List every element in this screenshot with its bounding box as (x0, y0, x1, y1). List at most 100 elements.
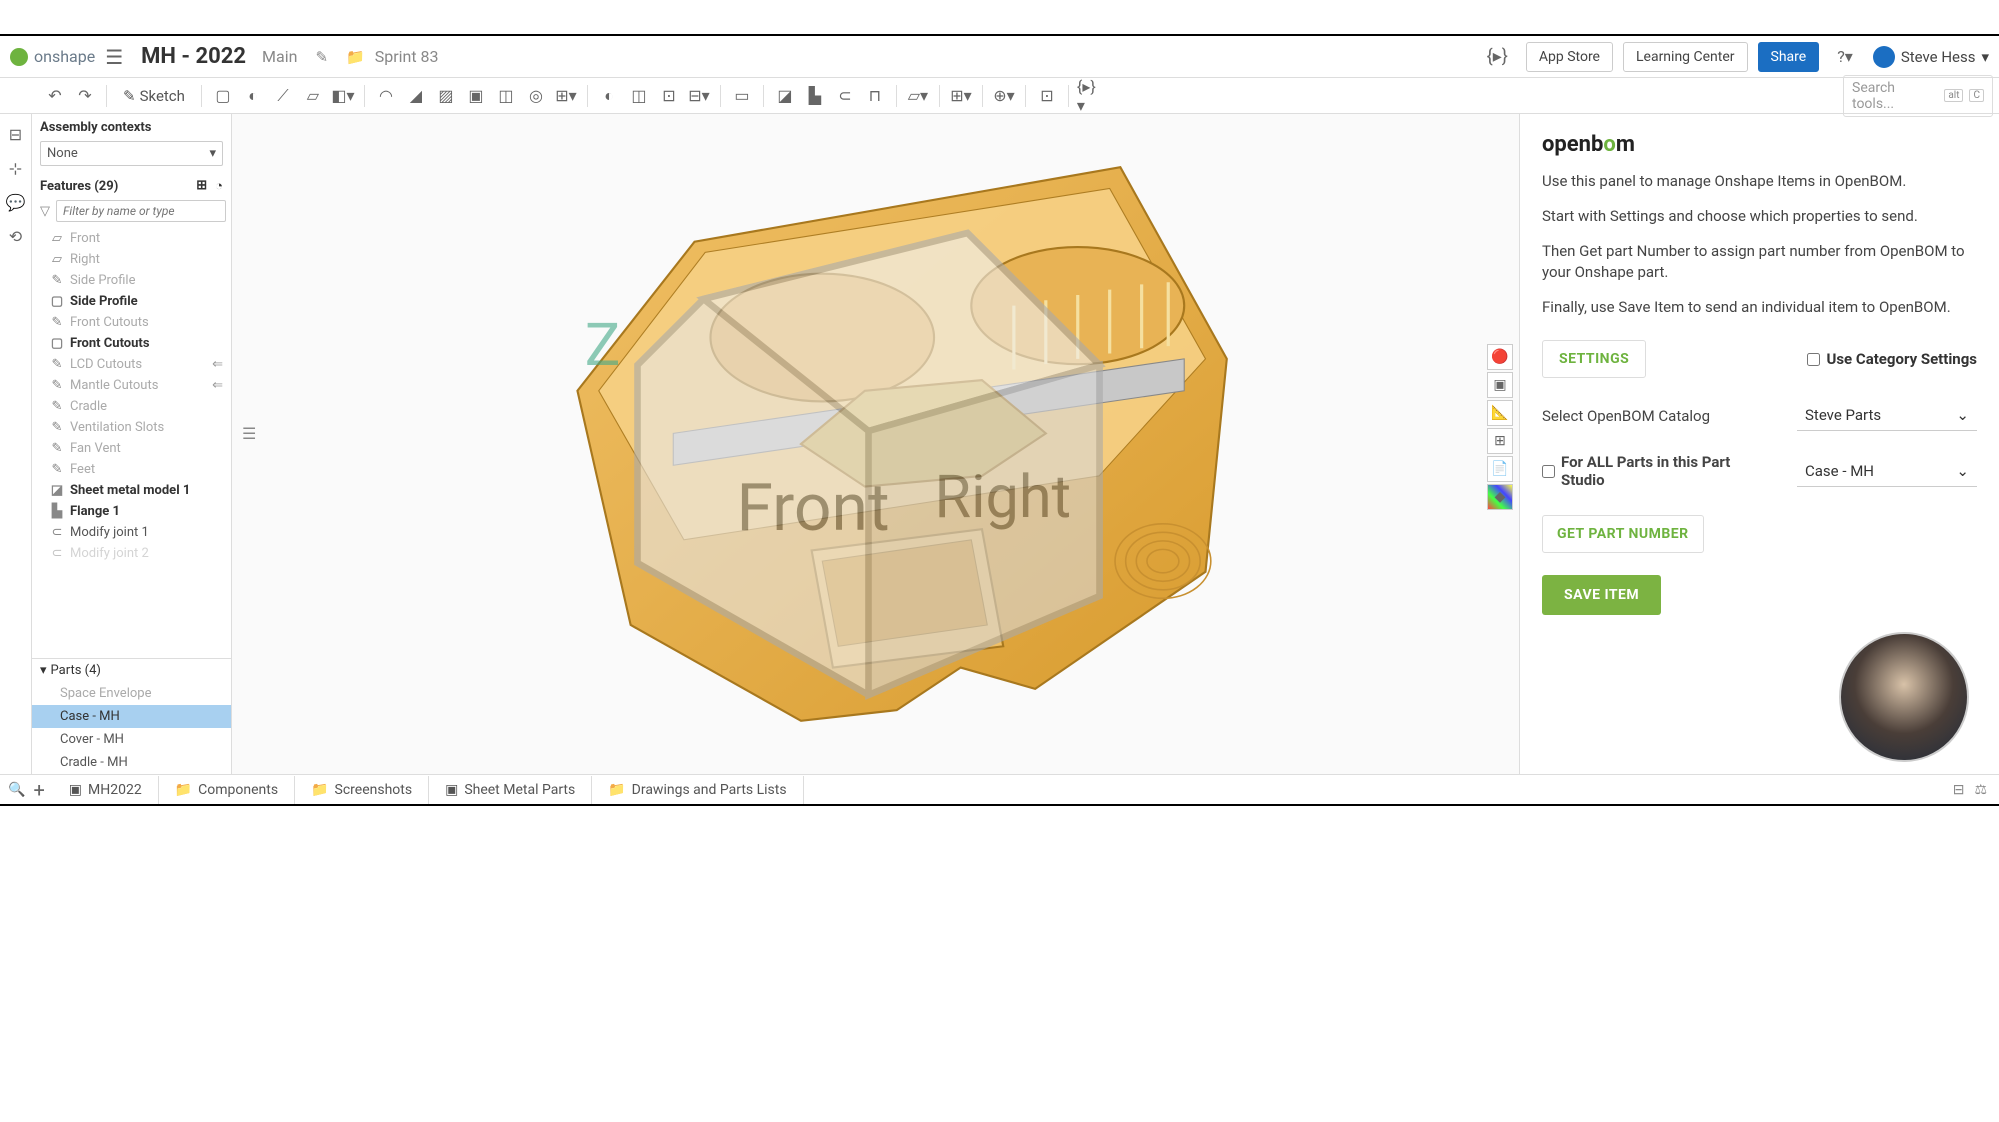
hem-icon[interactable]: ⊂ (832, 83, 858, 109)
chamfer-icon[interactable]: ◢ (403, 83, 429, 109)
add-tab-icon[interactable]: + (33, 778, 44, 802)
rollback-icon[interactable]: ◔ (215, 178, 223, 194)
feature-item[interactable]: ✎Mantle Cutouts⇐ (32, 375, 231, 396)
parts-header[interactable]: ▾ Parts (4) (32, 658, 231, 682)
settings-button[interactable]: SETTINGS (1542, 340, 1646, 378)
measure-icon[interactable]: 📐 (1487, 400, 1513, 426)
sheetmetal-icon[interactable]: ◪ (772, 83, 798, 109)
rib-icon[interactable]: ◫ (493, 83, 519, 109)
for-all-checkbox[interactable]: For ALL Parts in this Part Studio (1542, 453, 1777, 489)
user-menu[interactable]: Steve Hess ▾ (1873, 46, 1989, 68)
feature-item[interactable]: ▙Flange 1 (32, 501, 231, 522)
feature-item[interactable]: ✎Ventilation Slots (32, 417, 231, 438)
feature-item[interactable]: ▱Front (32, 228, 231, 249)
use-category-checkbox[interactable]: Use Category Settings (1807, 350, 1977, 368)
filter-input[interactable] (56, 200, 226, 222)
flange-icon[interactable]: ▙ (802, 83, 828, 109)
thicken-icon[interactable]: ◧▾ (330, 83, 356, 109)
undo-icon[interactable]: ↶ (42, 83, 68, 109)
feature-item[interactable]: ✎Front Cutouts (32, 312, 231, 333)
openbom-icon[interactable]: ◆ (1487, 484, 1513, 510)
catalog-select[interactable]: Steve Parts ⌄ (1797, 400, 1977, 431)
feature-item[interactable]: ▱Right (32, 249, 231, 270)
feature-item[interactable]: ⊂Modify joint 2 (32, 543, 231, 564)
learning-center-button[interactable]: Learning Center (1623, 42, 1748, 72)
branch-name[interactable]: Main (262, 47, 297, 66)
feature-item[interactable]: ✎LCD Cutouts⇐ (32, 354, 231, 375)
help-icon[interactable]: ?▾ (1837, 47, 1853, 66)
hamburger-icon[interactable]: ☰ (105, 45, 123, 69)
transform-icon[interactable]: ⊡ (656, 83, 682, 109)
braces-icon[interactable]: {▸} (1487, 46, 1508, 67)
part-item[interactable]: Cradle - MH (32, 751, 231, 774)
part-item-selected[interactable]: Case - MH (32, 705, 231, 728)
feature-item[interactable]: ✎Fan Vent (32, 438, 231, 459)
split-icon[interactable]: ◫ (626, 83, 652, 109)
tab-components[interactable]: 📁Components (159, 776, 295, 804)
feature-tree-icon[interactable]: ⊟ (6, 124, 26, 144)
history-icon[interactable]: ⟲ (6, 226, 26, 246)
mate-icon[interactable]: ⊕▾ (991, 83, 1017, 109)
tab-sheetmetal[interactable]: ▣Sheet Metal Parts (429, 776, 592, 804)
document-title[interactable]: MH - 2022 (141, 44, 246, 69)
checkbox-input[interactable] (1807, 353, 1820, 366)
shell-icon[interactable]: ▣ (463, 83, 489, 109)
draft-icon[interactable]: ▨ (433, 83, 459, 109)
hole-icon[interactable]: ◎ (523, 83, 549, 109)
extrude-icon[interactable]: ▢ (210, 83, 236, 109)
revolve-icon[interactable]: ◐ (240, 83, 266, 109)
select-icon[interactable]: ⊡ (1034, 83, 1060, 109)
app-store-button[interactable]: App Store (1526, 42, 1613, 72)
tab-drawings[interactable]: 📁Drawings and Parts Lists (592, 776, 803, 804)
mass-icon[interactable]: ⊞ (1487, 428, 1513, 454)
boolean-icon[interactable]: ◐ (596, 83, 622, 109)
section-icon[interactable]: ▣ (1487, 372, 1513, 398)
fillet-icon[interactable]: ◠ (373, 83, 399, 109)
mass-units-icon[interactable]: ⚖ (1974, 782, 1987, 798)
filter-icon[interactable]: ▽ (40, 204, 50, 219)
loft-icon[interactable]: ▱ (300, 83, 326, 109)
app-logo[interactable]: onshape (10, 47, 95, 66)
delete-icon[interactable]: ⊟▾ (686, 83, 712, 109)
feature-item[interactable]: ✎Side Profile (32, 270, 231, 291)
sketch-button[interactable]: ✎ Sketch (115, 87, 193, 105)
redo-icon[interactable]: ↷ (72, 83, 98, 109)
part-item[interactable]: Space Envelope (32, 682, 231, 705)
comments-icon[interactable]: 💬 (6, 192, 26, 212)
part-select[interactable]: Case - MH ⌄ (1797, 456, 1977, 487)
plane-icon[interactable]: ▱▾ (905, 83, 931, 109)
checkbox-input[interactable] (1542, 465, 1555, 478)
feature-item[interactable]: ⊂Modify joint 1 (32, 522, 231, 543)
tab-screenshots[interactable]: 📁Screenshots (295, 776, 429, 804)
surface-icon[interactable]: ▭ (729, 83, 755, 109)
export-icon[interactable]: 📄 (1487, 456, 1513, 482)
tab-icon[interactable]: ⊓ (862, 83, 888, 109)
add-feature-icon[interactable]: ⊞ (196, 178, 207, 194)
context-select[interactable]: None ▾ (40, 141, 223, 166)
custom-icon[interactable]: {▸}▾ (1077, 83, 1103, 109)
feature-item[interactable]: ✎Cradle (32, 396, 231, 417)
pattern-icon[interactable]: ⊞▾ (553, 83, 579, 109)
search-tools-input[interactable]: Search tools... alt C (1843, 75, 1993, 117)
tab-mh2022[interactable]: ▣MH2022 (53, 776, 159, 804)
save-item-button[interactable]: SAVE ITEM (1542, 575, 1661, 615)
view-cube[interactable]: Front Right Z (232, 134, 1479, 774)
mate-list-icon[interactable]: ⊹ (6, 158, 26, 178)
feature-item[interactable]: ▢Front Cutouts (32, 333, 231, 354)
folder-name[interactable]: Sprint 83 (375, 47, 439, 66)
list-icon[interactable]: ☰ (242, 424, 256, 443)
sweep-icon[interactable]: ⟋ (270, 83, 296, 109)
feature-item[interactable]: ▢Side Profile (32, 291, 231, 312)
feature-item[interactable]: ◪Sheet metal model 1 (32, 480, 231, 501)
feature-item[interactable]: ✎Feet (32, 459, 231, 480)
units-icon[interactable]: ⊟ (1953, 782, 1965, 798)
get-part-number-button[interactable]: GET PART NUMBER (1542, 515, 1704, 553)
folder-icon[interactable]: 📁 (346, 48, 365, 66)
pencil-icon[interactable]: ✎ (315, 48, 328, 66)
var-icon[interactable]: ⊞▾ (948, 83, 974, 109)
appearance-icon[interactable]: 🔴 (1487, 344, 1513, 370)
share-button[interactable]: Share (1758, 42, 1820, 72)
3d-viewport[interactable]: Front Right Z 🔴 ▣ 📐 ⊞ 📄 ◆ ☰ (232, 114, 1519, 774)
search-tabs-icon[interactable]: 🔍 (8, 782, 25, 798)
part-item[interactable]: Cover - MH (32, 728, 231, 751)
